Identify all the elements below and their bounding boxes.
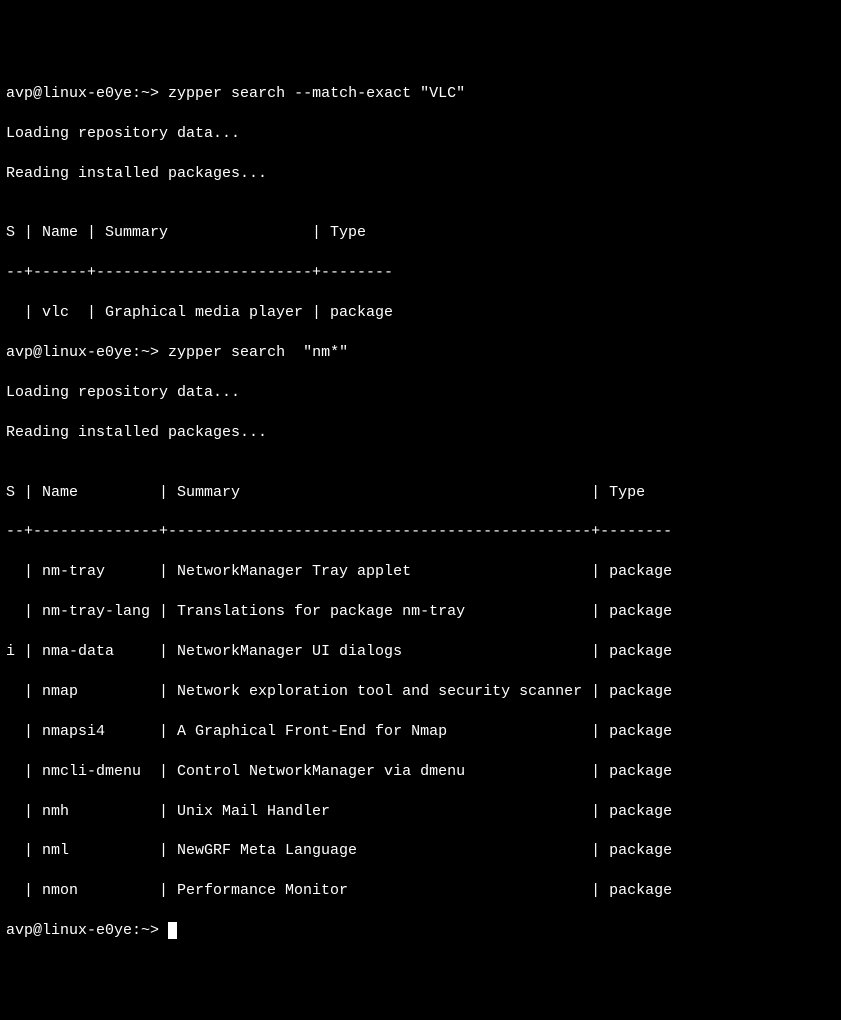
table-row: | nmcli-dmenu | Control NetworkManager v… — [6, 762, 835, 782]
prompt-line-3: avp@linux-e0ye:~> — [6, 921, 835, 941]
reading-line-2: Reading installed packages... — [6, 423, 835, 443]
prompt-sep: :~> — [132, 922, 159, 939]
command-text[interactable] — [159, 922, 168, 939]
table-row: | nmapsi4 | A Graphical Front-End for Nm… — [6, 722, 835, 742]
table1-divider: --+------+------------------------+-----… — [6, 263, 835, 283]
loading-line: Loading repository data... — [6, 124, 835, 144]
table-row: i | nma-data | NetworkManager UI dialogs… — [6, 642, 835, 662]
prompt-sep: :~> — [132, 344, 159, 361]
reading-line: Reading installed packages... — [6, 164, 835, 184]
prompt-sep: :~> — [132, 85, 159, 102]
command-text[interactable]: zypper search "nm*" — [159, 344, 348, 361]
loading-line-2: Loading repository data... — [6, 383, 835, 403]
prompt-userhost: avp@linux-e0ye — [6, 85, 132, 102]
table-row: | nml | NewGRF Meta Language | package — [6, 841, 835, 861]
prompt-line-2: avp@linux-e0ye:~> zypper search "nm*" — [6, 343, 835, 363]
table-row: | nmh | Unix Mail Handler | package — [6, 802, 835, 822]
table2-divider: --+--------------+----------------------… — [6, 522, 835, 542]
table2-header: S | Name | Summary | Type — [6, 483, 835, 503]
prompt-userhost: avp@linux-e0ye — [6, 922, 132, 939]
table-row: | nmap | Network exploration tool and se… — [6, 682, 835, 702]
table1-row: | vlc | Graphical media player | package — [6, 303, 835, 323]
table1-header: S | Name | Summary | Type — [6, 223, 835, 243]
cursor-icon — [168, 922, 177, 939]
command-text[interactable]: zypper search --match-exact "VLC" — [159, 85, 465, 102]
table-row: | nmon | Performance Monitor | package — [6, 881, 835, 901]
prompt-userhost: avp@linux-e0ye — [6, 344, 132, 361]
table-row: | nm-tray-lang | Translations for packag… — [6, 602, 835, 622]
prompt-line-1: avp@linux-e0ye:~> zypper search --match-… — [6, 84, 835, 104]
table-row: | nm-tray | NetworkManager Tray applet |… — [6, 562, 835, 582]
